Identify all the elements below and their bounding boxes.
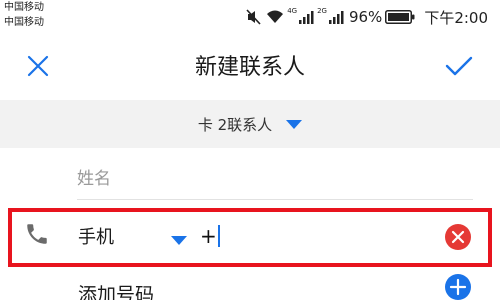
add-number-label[interactable]: 添加号码	[78, 280, 154, 300]
phone-type-label: 手机	[78, 227, 114, 248]
add-number-button[interactable]	[444, 273, 472, 300]
battery-percent: 96%	[348, 8, 383, 26]
page-title: 新建联系人	[194, 55, 305, 80]
phone-icon	[24, 221, 50, 251]
signal-1-type: 4G	[287, 7, 298, 15]
phone-type-select[interactable]: 手机	[78, 222, 193, 250]
status-bar: 中国移动 中国移动 4G 2G 96% 下午2:00	[0, 0, 500, 36]
text-cursor	[217, 225, 220, 247]
status-icons: 4G 2G 96% 下午2:00	[245, 6, 488, 28]
account-selector[interactable]: 卡 2联系人	[0, 100, 500, 148]
app-header: 新建联系人	[0, 36, 500, 100]
check-icon	[445, 55, 473, 81]
signal-icon	[328, 10, 344, 24]
add-icon	[444, 274, 472, 300]
phone-number-value: +	[200, 224, 217, 248]
phone-number-input[interactable]: +	[200, 220, 430, 252]
clock: 下午2:00	[424, 8, 488, 27]
caret-down-icon	[286, 115, 303, 134]
mute-icon	[245, 9, 263, 25]
wifi-icon	[266, 10, 284, 24]
caret-down-icon	[171, 231, 187, 250]
name-input[interactable]	[77, 158, 473, 200]
carrier-label-sim1: 中国移动	[4, 2, 44, 13]
battery-icon	[385, 10, 415, 24]
carrier-label-sim2: 中国移动	[4, 17, 44, 28]
clear-icon	[444, 224, 472, 255]
divider	[77, 263, 473, 264]
signal-icon	[298, 10, 314, 24]
signal-2-type: 2G	[317, 7, 327, 15]
account-label: 卡 2联系人	[197, 115, 273, 134]
save-button[interactable]	[441, 50, 477, 86]
clear-number-button[interactable]	[444, 223, 472, 255]
